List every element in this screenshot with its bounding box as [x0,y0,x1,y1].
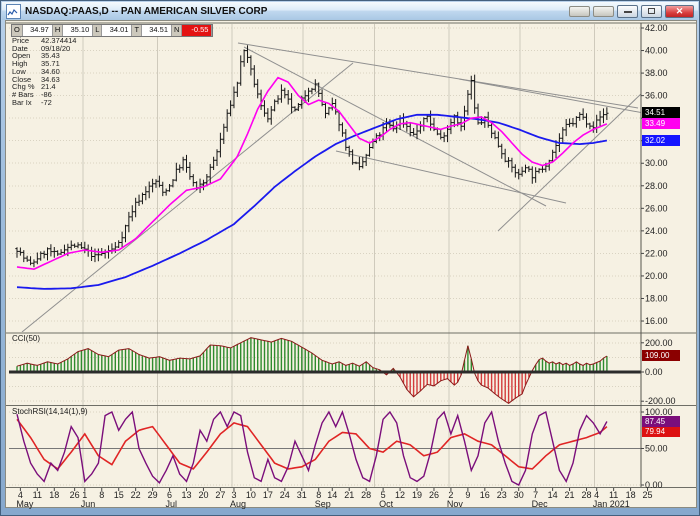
app-window: NASDAQ:PAAS,D -- PAN AMERICAN SILVER COR… [0,0,700,516]
titlebar-buttons: ✕ [569,5,694,18]
ma-slow-price-box: 32.02 [642,135,680,146]
app-icon [6,4,21,19]
quote-field-value-L: 34.01 [102,25,132,36]
quote-field-value-N: -0.55 [182,25,212,36]
chart-client-area [5,20,697,508]
quote-field-label-T: T [132,25,142,36]
cci-panel-label: CCI(50) [12,334,40,343]
maximize-icon [648,8,655,14]
ma-fast-price-box: 33.49 [642,118,680,129]
quote-field-label-L: L [93,25,102,36]
minimize-icon [624,11,632,13]
cursor-info-panel: Price42.374414Date09/18/20Open35.43High3… [12,37,76,106]
stochrsi-signal-value-box: 79.94 [642,427,680,437]
minimize-button[interactable] [617,5,638,18]
maximize-button[interactable] [641,5,662,18]
close-button[interactable]: ✕ [665,5,694,18]
info-value: -72 [41,99,52,107]
cci-value-box: 109.00 [642,350,680,361]
quote-field-value-H: 35.10 [63,25,93,36]
window-title: NASDAQ:PAAS,D -- PAN AMERICAN SILVER COR… [25,6,267,17]
stochrsi-panel-label: StochRSI(14,14(1),9) [12,407,88,416]
quote-field-label-O: O [12,25,23,36]
title-bar[interactable]: NASDAQ:PAAS,D -- PAN AMERICAN SILVER COR… [2,2,698,20]
quote-field-label-H: H [53,25,63,36]
quote-field-value-O: 34.97 [23,25,53,36]
last-price-box: 34.51 [642,107,680,118]
info-row: Bar Ix-72 [12,99,76,107]
info-label: Bar Ix [12,99,41,107]
quote-field-label-N: N [172,25,182,36]
quote-field-value-T: 34.51 [142,25,172,36]
toolbar-button-2[interactable] [593,6,614,17]
stochrsi-fast-value-box: 87.45 [642,416,680,427]
toolbar-button-1[interactable] [569,6,590,17]
